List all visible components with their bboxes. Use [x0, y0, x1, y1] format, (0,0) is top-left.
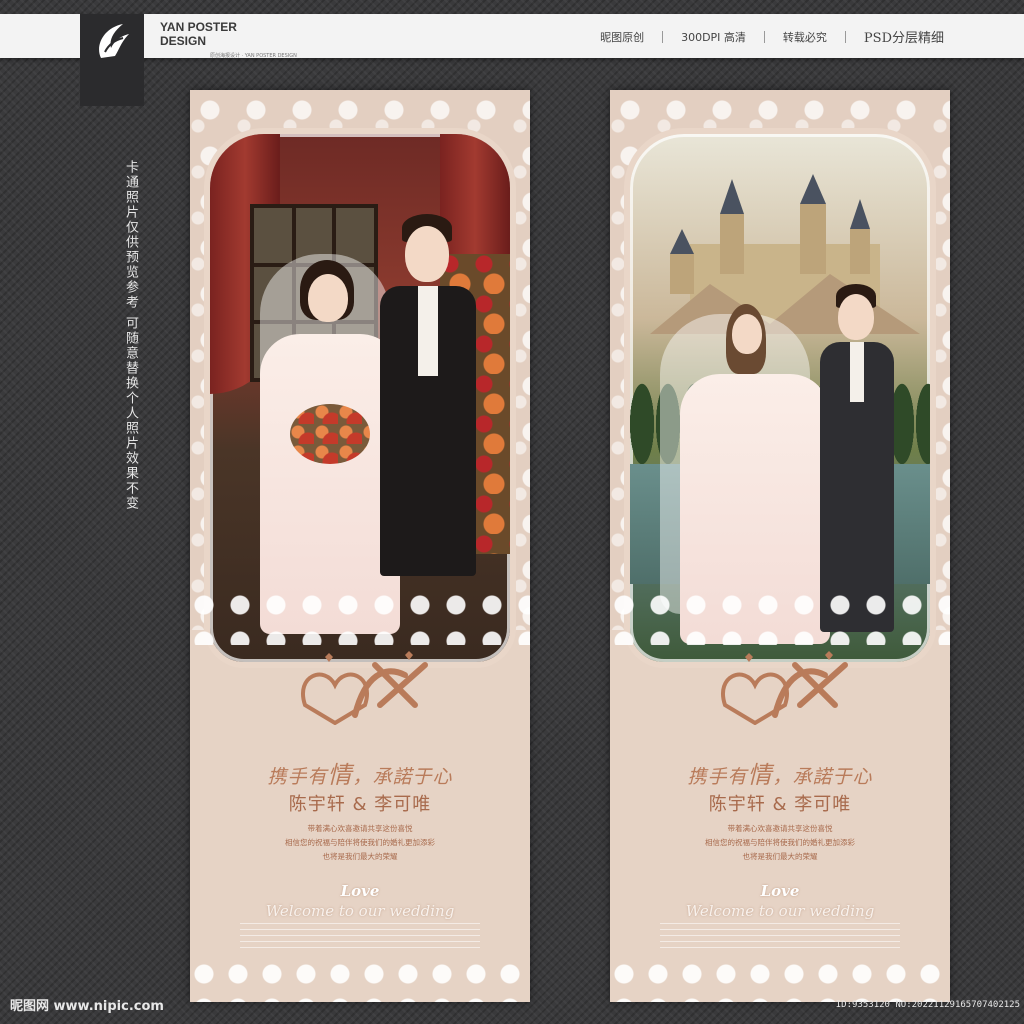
- invitation-text: 带着满心欢喜邀请共享这份喜悦 相信您的祝福与陪伴将使我们的婚礼更加添彩 也将是我…: [610, 822, 950, 864]
- slogan-pre: 携手有: [687, 766, 748, 788]
- love-title: Love: [760, 882, 800, 900]
- hearts-emblem-icon: [721, 651, 848, 725]
- floral-footer: [610, 954, 950, 1002]
- decorative-fine-text: [660, 923, 900, 949]
- menu-divider: [763, 30, 765, 43]
- brand-line1: YAN POSTER: [160, 20, 237, 34]
- invite-line: 也将是我们最大的荣耀: [742, 852, 818, 861]
- wing-logo-icon: [99, 24, 129, 58]
- couple-names: 陈宇轩 & 李可唯: [708, 794, 852, 815]
- brand-sub: 原创海报设计 · YAN POSTER DESIGN: [210, 53, 297, 59]
- floral-divider: [610, 585, 950, 645]
- slogan-post: ，承諾于心: [352, 766, 453, 788]
- invite-line: 相信您的祝福与陪伴将使我们的婚礼更加添彩: [285, 838, 435, 847]
- wedding-poster-2[interactable]: 携手有情，承諾于心 陈宇轩 & 李可唯 带着满心欢喜邀请共享这份喜悦 相信您的祝…: [610, 90, 950, 1002]
- couple-names: 陈宇轩 & 李可唯: [288, 794, 432, 815]
- site-watermark[interactable]: 昵图网 www.nipic.com: [10, 995, 164, 1014]
- slogan-post: ，承諾于心: [772, 766, 873, 788]
- welcome-text: Welcome to our wedding: [685, 902, 875, 920]
- invite-line: 相信您的祝福与陪伴将使我们的婚礼更加添彩: [705, 838, 855, 847]
- hearts-emblem-icon: [301, 651, 428, 725]
- invite-line: 带着满心欢喜邀请共享这份喜悦: [727, 824, 833, 833]
- invite-line: 也将是我们最大的荣耀: [322, 852, 398, 861]
- image-id: ID:9353120 NO:20221129165707402125: [835, 1000, 1020, 1010]
- slogan-pre: 携手有: [267, 766, 328, 788]
- slogan: 携手有情，承諾于心: [610, 755, 950, 790]
- invite-line: 带着满心欢喜邀请共享这份喜悦: [307, 824, 413, 833]
- castle-illustration: [650, 174, 920, 334]
- slogan: 携手有情，承諾于心: [190, 755, 530, 790]
- wedding-poster-1[interactable]: 携手有情，承諾于心 陈宇轩 & 李可唯 带着满心欢喜邀请共享这份喜悦 相信您的祝…: [190, 90, 530, 1002]
- slogan-big: 情: [747, 761, 773, 789]
- floral-divider: [190, 585, 530, 645]
- slogan-big: 情: [327, 761, 353, 789]
- welcome-text: Welcome to our wedding: [265, 902, 455, 920]
- menu-divider: [662, 30, 664, 43]
- menu-item-copyright[interactable]: 转载必究: [783, 29, 827, 45]
- top-header-bar: YAN POSTER DESIGN 原创海报设计 · YAN POSTER DE…: [0, 14, 1024, 106]
- floral-footer: [190, 954, 530, 1002]
- menu-divider: [844, 30, 846, 43]
- invitation-text: 带着满心欢喜邀请共享这份喜悦 相信您的祝福与陪伴将使我们的婚礼更加添彩 也将是我…: [190, 822, 530, 864]
- menu-item-dpi[interactable]: 300DPI 高清: [681, 29, 746, 45]
- love-title: Love: [340, 882, 380, 900]
- brand-name: YAN POSTER DESIGN: [160, 20, 237, 48]
- logo[interactable]: [80, 14, 144, 106]
- menu-item-original[interactable]: 昵图原创: [600, 29, 644, 45]
- brand-line2: DESIGN: [160, 34, 207, 48]
- decorative-fine-text: [240, 923, 480, 949]
- side-note: 卡通照片仅供预览参考 可随意替换个人照片效果不变: [123, 160, 138, 512]
- top-menu: 昵图原创 300DPI 高清 转载必究 PSD分层精细: [600, 27, 944, 46]
- menu-item-psd[interactable]: PSD分层精细: [864, 27, 944, 46]
